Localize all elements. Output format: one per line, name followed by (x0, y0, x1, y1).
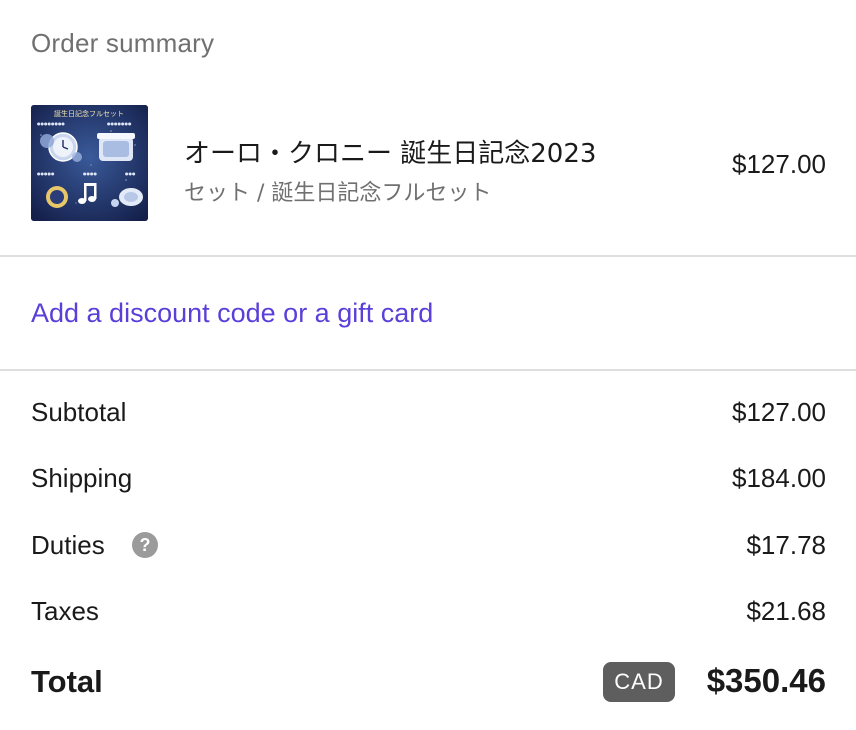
discount-code-link[interactable]: Add a discount code or a gift card (31, 298, 433, 329)
order-summary-heading: Order summary (31, 28, 215, 58)
badge-graphic (46, 186, 68, 208)
svg-text:●●●●●●●: ●●●●●●● (107, 121, 132, 126)
subtotal-value: $127.00 (732, 397, 826, 427)
subtotal-row: Subtotal $127.00 (31, 397, 826, 431)
divider (0, 255, 856, 257)
product-thumbnail: 誕生日記念フルセット ●●●●●●●● ●●●●●●● ●●●●● ●●●● ●… (31, 105, 148, 221)
product-variant: セット / 誕生日記念フルセット (184, 181, 492, 206)
total-row: Total CAD $350.46 (31, 662, 826, 706)
box-graphic (97, 133, 135, 161)
divider (0, 369, 856, 371)
shipping-value: $184.00 (732, 463, 826, 493)
total-label: Total (31, 664, 103, 699)
product-image: 誕生日記念フルセット ●●●●●●●● ●●●●●●● ●●●●● ●●●● ●… (31, 105, 148, 221)
question-circle-icon[interactable]: ? (132, 532, 158, 558)
product-price: $127.00 (732, 149, 826, 179)
taxes-row: Taxes $21.68 (31, 596, 826, 630)
duties-value: $17.78 (746, 530, 826, 560)
shipping-label: Shipping (31, 463, 133, 493)
subtotal-label: Subtotal (31, 397, 127, 427)
svg-text:●●●●●: ●●●●● (37, 171, 55, 176)
thumb-title: 誕生日記念フルセット (54, 109, 124, 118)
line-item: 誕生日記念フルセット ●●●●●●●● ●●●●●●● ●●●●● ●●●● ●… (31, 105, 826, 221)
currency-badge: CAD (603, 662, 675, 702)
duties-row: Duties ? $17.78 (31, 530, 826, 564)
svg-text:●●●: ●●● (125, 171, 136, 176)
svg-text:●●●●●●●●: ●●●●●●●● (37, 121, 65, 126)
duties-label: Duties (31, 530, 105, 560)
taxes-value: $21.68 (746, 596, 826, 626)
svg-text:●●●●: ●●●● (83, 171, 97, 176)
shipping-row: Shipping $184.00 (31, 463, 826, 497)
product-name: オーロ・クロニー 誕生日記念2023 (184, 139, 597, 169)
total-value: $350.46 (706, 662, 826, 699)
taxes-label: Taxes (31, 596, 99, 626)
